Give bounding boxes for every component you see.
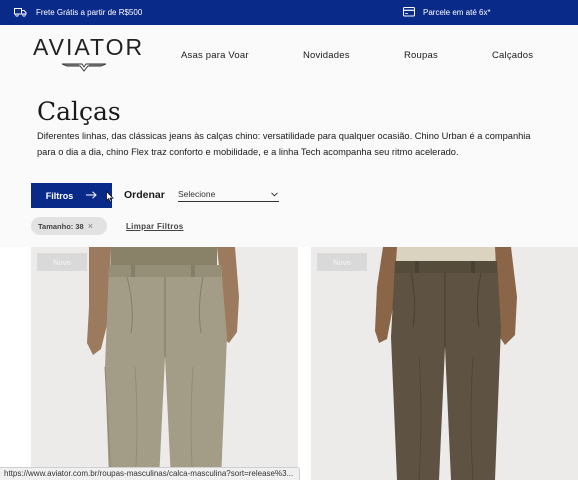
new-badge: Novo bbox=[317, 253, 367, 271]
promo-installments-text: Parcele em até 6x* bbox=[423, 7, 491, 17]
nav-item-novidades[interactable]: Novidades bbox=[303, 50, 350, 61]
wings-logo-icon bbox=[61, 63, 107, 72]
credit-card-icon bbox=[403, 7, 415, 17]
chevron-down-icon bbox=[271, 192, 278, 197]
product-card[interactable]: Novo bbox=[31, 247, 298, 480]
truck-icon bbox=[14, 7, 27, 17]
nav-item-asas-para-voar[interactable]: Asas para Voar bbox=[181, 50, 249, 61]
category-section: Calças Diferentes linhas, das clássicas … bbox=[0, 87, 578, 247]
brown-pants-image bbox=[311, 247, 578, 480]
promo-installments[interactable]: Parcele em até 6x* bbox=[403, 7, 491, 17]
close-icon[interactable]: × bbox=[88, 221, 93, 231]
aviator-logo[interactable]: AVIATOR bbox=[33, 34, 145, 75]
logo-text: AVIATOR bbox=[33, 34, 145, 60]
clear-filters-link[interactable]: Limpar Filtros bbox=[126, 222, 184, 231]
sort-select-value: Selecione bbox=[178, 189, 216, 199]
nav-item-calcados[interactable]: Calçados bbox=[492, 50, 533, 61]
promo-bar: Frete Grátis a partir de R$500 Parcele e… bbox=[0, 0, 578, 25]
arrow-right-icon bbox=[86, 190, 97, 201]
filter-chip-size[interactable]: Tamanho: 38 × bbox=[31, 217, 107, 235]
mouse-cursor-icon bbox=[106, 191, 114, 203]
category-description: Diferentes linhas, das clássicas jeans à… bbox=[37, 131, 531, 157]
product-card[interactable]: Novo bbox=[311, 247, 578, 480]
filters-button[interactable]: Filtros bbox=[31, 183, 112, 208]
page-title: Calças bbox=[37, 97, 121, 126]
site-header: AVIATOR Asas para Voar Novidades Roupas … bbox=[0, 25, 578, 87]
sort-label: Ordenar bbox=[124, 189, 165, 201]
new-badge: Novo bbox=[37, 253, 87, 271]
promo-shipping-text: Frete Grátis a partir de R$500 bbox=[36, 7, 143, 17]
promo-shipping[interactable]: Frete Grátis a partir de R$500 bbox=[14, 7, 142, 17]
filter-chip-label: Tamanho: 38 bbox=[38, 221, 84, 231]
status-bar-url: https://www.aviator.com.br/roupas-mascul… bbox=[0, 467, 301, 480]
nav-item-roupas[interactable]: Roupas bbox=[404, 50, 438, 61]
khaki-pants-image bbox=[31, 247, 298, 480]
sort-select[interactable]: Selecione bbox=[178, 188, 279, 202]
filters-button-label: Filtros bbox=[45, 190, 74, 201]
